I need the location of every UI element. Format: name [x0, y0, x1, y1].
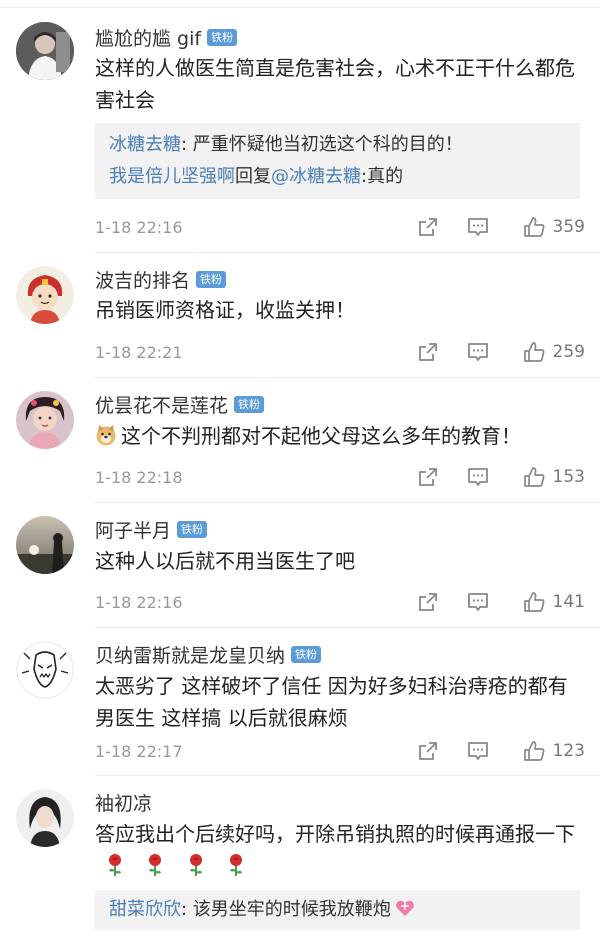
action-bar: 123 [417, 736, 585, 766]
divider [95, 627, 600, 628]
rose-emoji-icon [186, 853, 206, 877]
avatar[interactable] [16, 516, 74, 574]
rose-emoji-icon [145, 853, 165, 877]
fan-badge: 铁粉 [207, 28, 238, 46]
rose-emoji-icon [226, 853, 246, 877]
fan-badge: 铁粉 [291, 645, 322, 663]
username[interactable]: 贝纳雷斯就是龙皇贝纳 [95, 641, 285, 668]
reply-text: : 该男坐牢的时候我放鞭炮 [181, 899, 391, 920]
divider [95, 377, 600, 378]
fan-badge: 铁粉 [234, 395, 265, 413]
reply-box[interactable]: 甜菜欣欣: 该男坐牢的时候我放鞭炮 [95, 890, 580, 930]
like-count: 141 [552, 592, 585, 612]
timestamp: 1-18 22:18 [95, 467, 183, 487]
comment-meta: 1-18 22:16 359 [95, 212, 585, 242]
username[interactable]: 阿子半月 [95, 516, 171, 543]
username[interactable]: 袖初凉 [95, 789, 152, 816]
reply-text: : 严重怀疑他当初选这个科的目的！ [181, 134, 463, 155]
top-divider [0, 7, 600, 8]
share-icon[interactable] [417, 591, 439, 613]
like-icon[interactable] [523, 466, 545, 488]
username[interactable]: 波吉的排名 [95, 266, 190, 293]
comment-text: 答应我出个后续好吗，开除吊销执照的时候再通报一下 [95, 818, 585, 882]
reply-username[interactable]: 冰糖去糖 [109, 134, 181, 155]
timestamp: 1-18 22:16 [95, 217, 183, 237]
timestamp: 1-18 22:16 [95, 592, 183, 612]
fan-badge: 铁粉 [196, 270, 227, 288]
reply-text: :真的 [361, 166, 404, 187]
reply-mention[interactable]: @冰糖去糖 [271, 166, 361, 187]
avatar[interactable] [16, 22, 74, 80]
comment-text: 太恶劣了 这样破坏了信任 因为好多妇科治痔疮的都有男医生 这样搞 以后就很麻烦 [95, 674, 568, 730]
like-icon[interactable] [523, 216, 545, 238]
like-count: 153 [552, 467, 585, 487]
reply-line: 我是倍儿坚强啊回复@冰糖去糖:真的 [109, 161, 566, 193]
comment-icon[interactable] [467, 216, 489, 238]
timestamp: 1-18 22:17 [95, 741, 183, 761]
comment-meta: 1-18 22:21 259 [95, 337, 585, 367]
comment-text-content: 答应我出个后续好吗，开除吊销执照的时候再通报一下 [95, 822, 575, 846]
avatar[interactable] [16, 391, 74, 449]
share-icon[interactable] [417, 740, 439, 762]
username[interactable]: 优昙花不是莲花 [95, 391, 228, 418]
doge-emoji-icon [95, 423, 117, 446]
comment-text-content: 这个不判刑都对不起他父母这么多年的教育！ [121, 424, 521, 448]
like-icon[interactable] [523, 740, 545, 762]
comment-icon[interactable] [467, 341, 489, 363]
reply-line: 冰糖去糖: 严重怀疑他当初选这个科的目的！ [109, 129, 566, 161]
like-count: 259 [552, 342, 585, 362]
reply-username[interactable]: 甜菜欣欣 [109, 899, 181, 920]
divider [95, 775, 600, 776]
action-bar: 359 [417, 212, 585, 242]
like-count: 359 [552, 217, 585, 237]
rose-emoji-icon [105, 853, 125, 877]
action-bar: 141 [417, 587, 585, 617]
reply-box[interactable]: 冰糖去糖: 严重怀疑他当初选这个科的目的！ 我是倍儿坚强啊回复@冰糖去糖:真的 [95, 123, 580, 199]
comment-icon[interactable] [467, 591, 489, 613]
timestamp: 1-18 22:21 [95, 342, 183, 362]
comment-text: 吊销医师资格证，收监关押！ [95, 298, 355, 322]
reply-keyword: 回复 [235, 166, 271, 187]
fan-badge: 铁粉 [177, 520, 208, 538]
comment-icon[interactable] [467, 466, 489, 488]
like-icon[interactable] [523, 341, 545, 363]
share-icon[interactable] [417, 466, 439, 488]
like-icon[interactable] [523, 591, 545, 613]
avatar[interactable] [16, 789, 74, 847]
comment-meta: 1-18 22:16 141 [95, 587, 585, 617]
avatar[interactable] [16, 641, 74, 699]
share-icon[interactable] [417, 341, 439, 363]
reply-line: 甜菜欣欣: 该男坐牢的时候我放鞭炮 [109, 894, 566, 926]
divider [95, 502, 600, 503]
comment-meta: 1-18 22:17 123 [95, 736, 585, 766]
comment-text: 这个不判刑都对不起他父母这么多年的教育！ [95, 420, 585, 452]
action-bar: 259 [417, 337, 585, 367]
comment-icon[interactable] [467, 740, 489, 762]
comment-meta: 1-18 22:18 153 [95, 462, 585, 492]
heart-gift-icon [395, 897, 415, 917]
action-bar: 153 [417, 462, 585, 492]
divider [95, 252, 600, 253]
share-icon[interactable] [417, 216, 439, 238]
avatar[interactable] [16, 266, 74, 324]
like-count: 123 [552, 741, 585, 761]
username[interactable]: 尴尬的尴 gif [95, 24, 201, 51]
comment-text: 这样的人做医生简直是危害社会，心术不正干什么都危害社会 [95, 56, 575, 112]
reply-username[interactable]: 我是倍儿坚强啊 [109, 166, 235, 187]
comment-text: 这种人以后就不用当医生了吧 [95, 549, 355, 573]
